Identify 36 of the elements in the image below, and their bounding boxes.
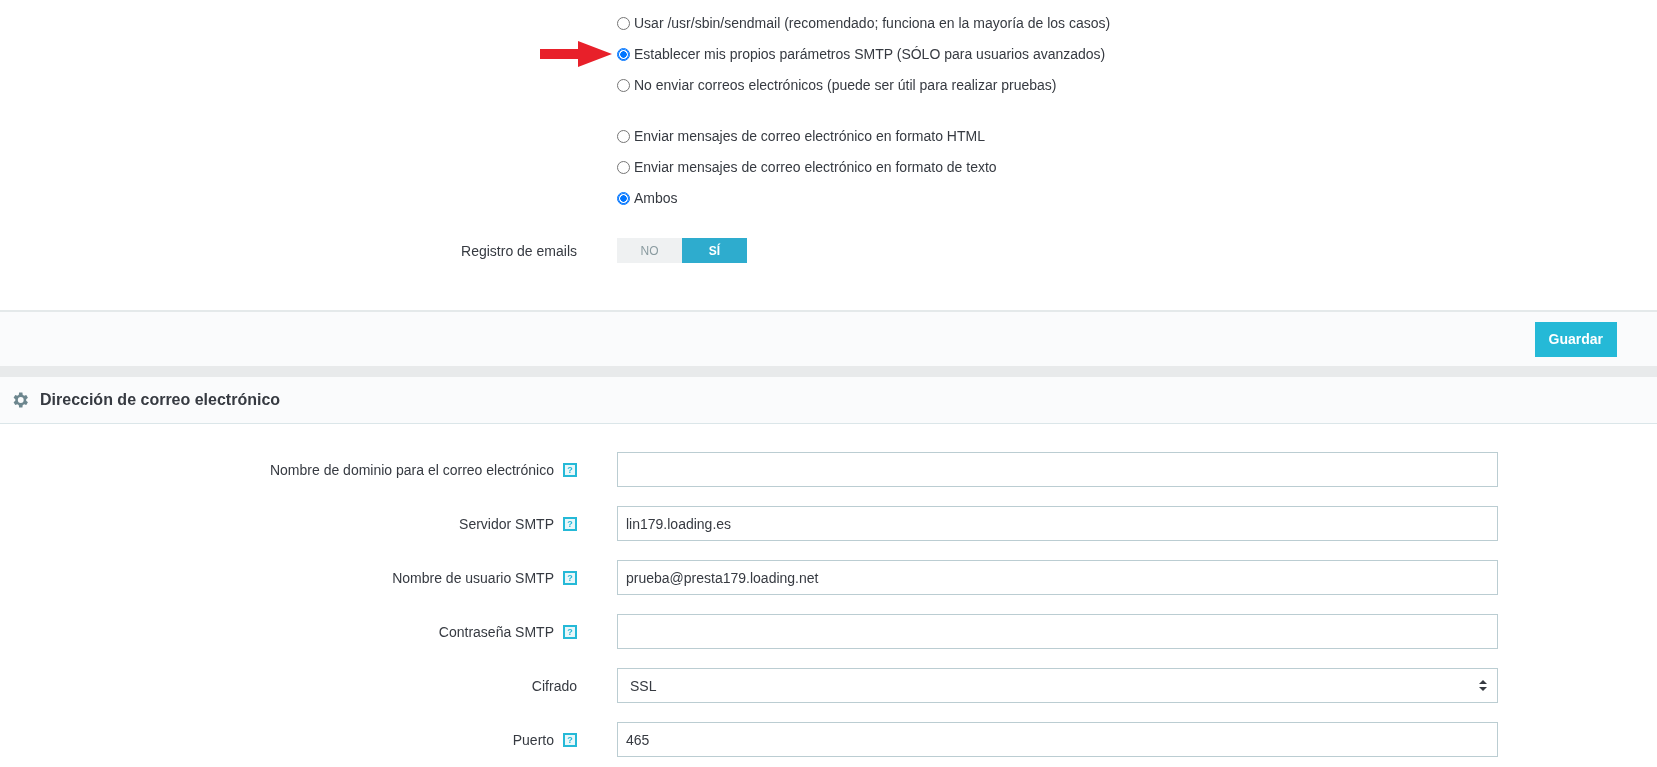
radio-label: Establecer mis propios parámetros SMTP (SÓLO para usuarios avanzados) [634, 46, 1106, 62]
toggle-option[interactable]: NO [617, 238, 682, 263]
input-field[interactable] [617, 614, 1498, 649]
field-label: Registro de emails [460, 242, 577, 259]
arrow-icon [540, 41, 612, 67]
help-icon[interactable]: ? [563, 516, 577, 531]
toggle-option[interactable]: SÍ [682, 238, 747, 263]
input-field[interactable]: 465 [617, 722, 1498, 757]
input-field[interactable] [617, 452, 1498, 487]
save-button[interactable]: Guardar [1534, 321, 1617, 357]
field-label: Servidor SMTP [459, 515, 554, 532]
caret-icon [1479, 680, 1487, 691]
select-field[interactable]: SSL [617, 668, 1498, 703]
radio-button[interactable] [617, 16, 630, 30]
radio-label: Enviar mensajes de correo electrónico en formato de texto [634, 159, 997, 175]
radio-button[interactable] [617, 47, 630, 61]
select-value: SSL [630, 677, 657, 694]
input-field[interactable]: prueba@presta179.loading.net [617, 560, 1498, 595]
radio-label: No enviar correos electrónicos (puede ser útil para realizar pruebas) [634, 77, 1057, 93]
help-icon[interactable]: ? [563, 624, 577, 639]
panel-title: Dirección de correo electrónico [40, 391, 281, 409]
field-label: Nombre de dominio para el correo electrónico [269, 461, 554, 478]
radio-button[interactable] [617, 160, 630, 174]
field-label: Contraseña SMTP [438, 623, 554, 640]
help-icon[interactable]: ? [563, 570, 577, 585]
input-field[interactable]: lin179.loading.es [617, 506, 1498, 541]
field-label: Puerto [512, 731, 554, 748]
radio-label: Ambos [634, 190, 678, 206]
help-icon[interactable]: ? [563, 732, 577, 747]
radio-label: Enviar mensajes de correo electrónico en formato HTML [634, 128, 985, 144]
field-label: Nombre de usuario SMTP [392, 569, 554, 586]
radio-button[interactable] [617, 129, 630, 143]
radio-button[interactable] [617, 78, 630, 92]
field-label: Cifrado [531, 677, 577, 694]
radio-label: Usar /usr/sbin/sendmail (recomendado; funciona en la mayoría de los casos) [634, 15, 1111, 31]
help-icon[interactable]: ? [563, 462, 577, 477]
